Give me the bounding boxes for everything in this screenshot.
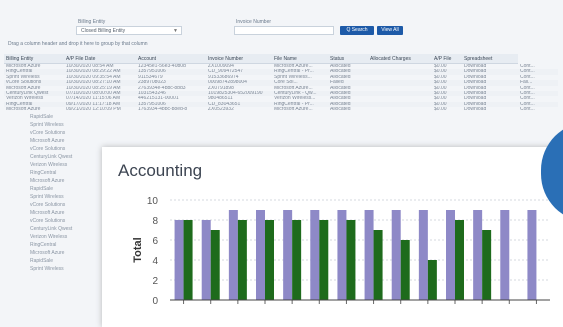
- list-item: vCore Solutions: [30, 146, 66, 152]
- view-all-button[interactable]: View All: [377, 26, 403, 35]
- column-header[interactable]: Billing Entity: [4, 54, 64, 64]
- list-item: Sprint Wireless: [30, 266, 64, 272]
- download-link[interactable]: Download: [462, 107, 518, 112]
- column-header[interactable]: Account: [136, 54, 206, 64]
- bar: [346, 220, 356, 300]
- invoice-number-input[interactable]: [234, 26, 334, 35]
- bar: [473, 210, 483, 300]
- chevron-down-icon: ▼: [173, 28, 178, 34]
- column-header[interactable]: Status: [328, 54, 368, 64]
- bar: [364, 210, 374, 300]
- bar: [265, 220, 274, 300]
- table-cell: 1763934-4bbc-b8ed-8: [138, 107, 188, 113]
- list-item: RapidSale: [30, 186, 54, 192]
- list-item: vCore Solutions: [30, 130, 66, 136]
- bar: [527, 210, 537, 300]
- table-cell[interactable]: Cont...: [518, 107, 558, 112]
- column-header[interactable]: Invoice Number: [206, 54, 272, 64]
- bar: [455, 220, 464, 300]
- bar: [283, 210, 293, 300]
- accounting-bar-chart: 0 2 4 6 8 10 Total: [132, 196, 550, 307]
- table-cell: [368, 107, 432, 112]
- list-item: Microsoft Azure: [30, 210, 65, 216]
- y-tick-label: 0: [152, 296, 158, 307]
- table-cell: 09/21/2020 12:10:09 PM: [66, 107, 121, 113]
- bar: [337, 210, 347, 300]
- list-item: RapidSale: [30, 114, 54, 120]
- table-body: Microsoft Azure 10/30/2020 08:54 AM 12345e…: [4, 64, 558, 113]
- list-item: Microsoft Azure: [30, 178, 65, 184]
- list-item: RapidSale: [30, 258, 54, 264]
- table-cell: ZX0523932: [208, 107, 234, 113]
- billing-entity-column-continued: RapidSale Sprint Wireless vCore Solutions M…: [30, 113, 100, 273]
- bar: [500, 210, 510, 300]
- table-cell: Microsoft Azure: [6, 107, 41, 113]
- list-item: Sprint Wireless: [30, 122, 64, 128]
- list-item: vCore Solutions: [30, 218, 66, 224]
- bar: [482, 230, 492, 300]
- list-item: vCore Solutions: [30, 202, 66, 208]
- filter-bar: Billing Entity Closed Billing Entity ▼ I…: [0, 10, 563, 40]
- group-drag-hint: Drag a column header and drop it here to…: [8, 41, 148, 47]
- table-cell: Microsoft Azure...: [274, 107, 313, 113]
- column-header[interactable]: A/P File: [432, 54, 462, 64]
- billing-entity-label: Billing Entity: [78, 19, 106, 25]
- bar: [373, 230, 383, 300]
- y-tick-label: 6: [152, 236, 158, 247]
- bar: [183, 220, 193, 300]
- bar: [446, 210, 455, 300]
- list-item: RingCentral: [30, 242, 57, 248]
- list-item: CenturyLink Qwest: [30, 154, 73, 160]
- bar: [418, 210, 428, 300]
- list-item: Microsoft Azure: [30, 250, 65, 256]
- bar: [391, 210, 401, 300]
- accounting-card: Accounting 0 2 4 6 8 10 Total: [102, 147, 563, 327]
- column-header[interactable]: Spreadsheet: [462, 54, 518, 64]
- card-title: Accounting: [118, 161, 203, 180]
- list-item: Verizon Wireless: [30, 234, 68, 240]
- y-tick-label: 10: [147, 196, 159, 207]
- bar: [256, 210, 265, 300]
- billing-entity-value: Closed Billing Entity: [81, 28, 126, 34]
- search-button[interactable]: Q Search: [340, 26, 374, 35]
- bar: [292, 220, 302, 300]
- bar: [228, 210, 238, 300]
- table-cell: $0.00: [434, 107, 447, 113]
- bar: [174, 220, 184, 300]
- list-item: Verizon Wireless: [30, 162, 68, 168]
- bar: [210, 230, 220, 300]
- y-axis-label: Total: [132, 237, 144, 262]
- bar: [427, 260, 437, 300]
- ap-files-table: Billing Entity A/P File Date Account Invoic…: [4, 54, 558, 113]
- column-header[interactable]: A/P File Date: [64, 54, 136, 64]
- column-header[interactable]: File Name: [272, 54, 328, 64]
- list-item: Sprint Wireless: [30, 194, 64, 200]
- billing-entity-select[interactable]: Closed Billing Entity ▼: [76, 26, 182, 35]
- list-item: CenturyLink Qwest: [30, 226, 73, 232]
- column-header[interactable]: Allocated Charges: [368, 54, 432, 64]
- bar: [310, 210, 320, 300]
- list-item: RingCentral: [30, 170, 57, 176]
- y-tick-label: 2: [152, 276, 158, 287]
- y-tick-label: 4: [152, 256, 158, 267]
- bar: [201, 220, 211, 300]
- app-screen: Billing Entity Closed Billing Entity ▼ I…: [0, 0, 563, 327]
- table-header-row: Billing Entity A/P File Date Account Invoic…: [4, 54, 558, 64]
- bar: [400, 240, 410, 300]
- invoice-number-label: Invoice Number: [236, 19, 272, 25]
- y-tick-label: 8: [152, 216, 158, 227]
- table-cell: Allocated: [330, 107, 351, 113]
- list-item: Microsoft Azure: [30, 138, 65, 144]
- bar: [319, 220, 329, 300]
- bar: [237, 220, 247, 300]
- table-row[interactable]: Microsoft Azure 09/21/2020 12:10:09 PM 176…: [4, 107, 558, 112]
